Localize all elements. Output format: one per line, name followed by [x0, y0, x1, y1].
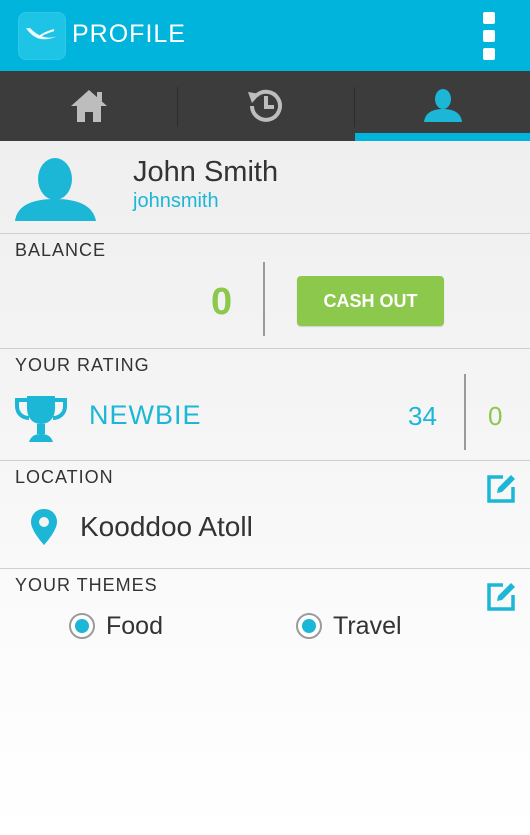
- divider: [0, 348, 530, 349]
- profile-name: John Smith: [133, 156, 279, 188]
- profile-username[interactable]: johnsmith: [133, 190, 219, 213]
- theme-travel-radio[interactable]: [296, 613, 322, 639]
- location-value: Kooddoo Atoll: [80, 511, 253, 542]
- tab-home[interactable]: [0, 71, 177, 141]
- page-title: PROFILE: [72, 20, 186, 48]
- location-label: LOCATION: [15, 467, 114, 487]
- history-icon: [248, 89, 282, 122]
- edit-icon[interactable]: [485, 473, 517, 505]
- overflow-menu-icon[interactable]: [480, 12, 498, 60]
- balance-label: BALANCE: [15, 240, 107, 260]
- app-header: PROFILE: [0, 0, 530, 71]
- rating-label: YOUR RATING: [15, 355, 150, 375]
- rating-divider: [464, 374, 466, 450]
- edit-icon[interactable]: [485, 581, 517, 613]
- theme-food-label[interactable]: Food: [106, 612, 163, 641]
- rating-score: 34: [408, 401, 437, 431]
- home-icon: [71, 90, 107, 122]
- user-icon: [424, 89, 462, 122]
- theme-travel-label[interactable]: Travel: [333, 612, 402, 641]
- divider: [0, 568, 530, 569]
- rating-level: NEWBIE: [89, 400, 202, 430]
- active-tab-indicator: [355, 133, 530, 141]
- tab-bar: [0, 71, 530, 141]
- divider: [0, 233, 530, 234]
- tab-profile[interactable]: [355, 71, 530, 141]
- themes-label: YOUR THEMES: [15, 575, 158, 595]
- balance-value: 0: [211, 281, 233, 323]
- cash-out-button[interactable]: CASH OUT: [297, 276, 444, 326]
- bird-logo-icon[interactable]: [18, 12, 66, 60]
- map-pin-icon: [31, 509, 57, 545]
- divider: [0, 460, 530, 461]
- tab-history[interactable]: [178, 71, 354, 141]
- rating-secondary: 0: [488, 401, 503, 431]
- user-avatar-icon: [15, 158, 96, 221]
- trophy-icon: [15, 396, 67, 442]
- balance-divider: [263, 262, 265, 336]
- theme-food-radio[interactable]: [69, 613, 95, 639]
